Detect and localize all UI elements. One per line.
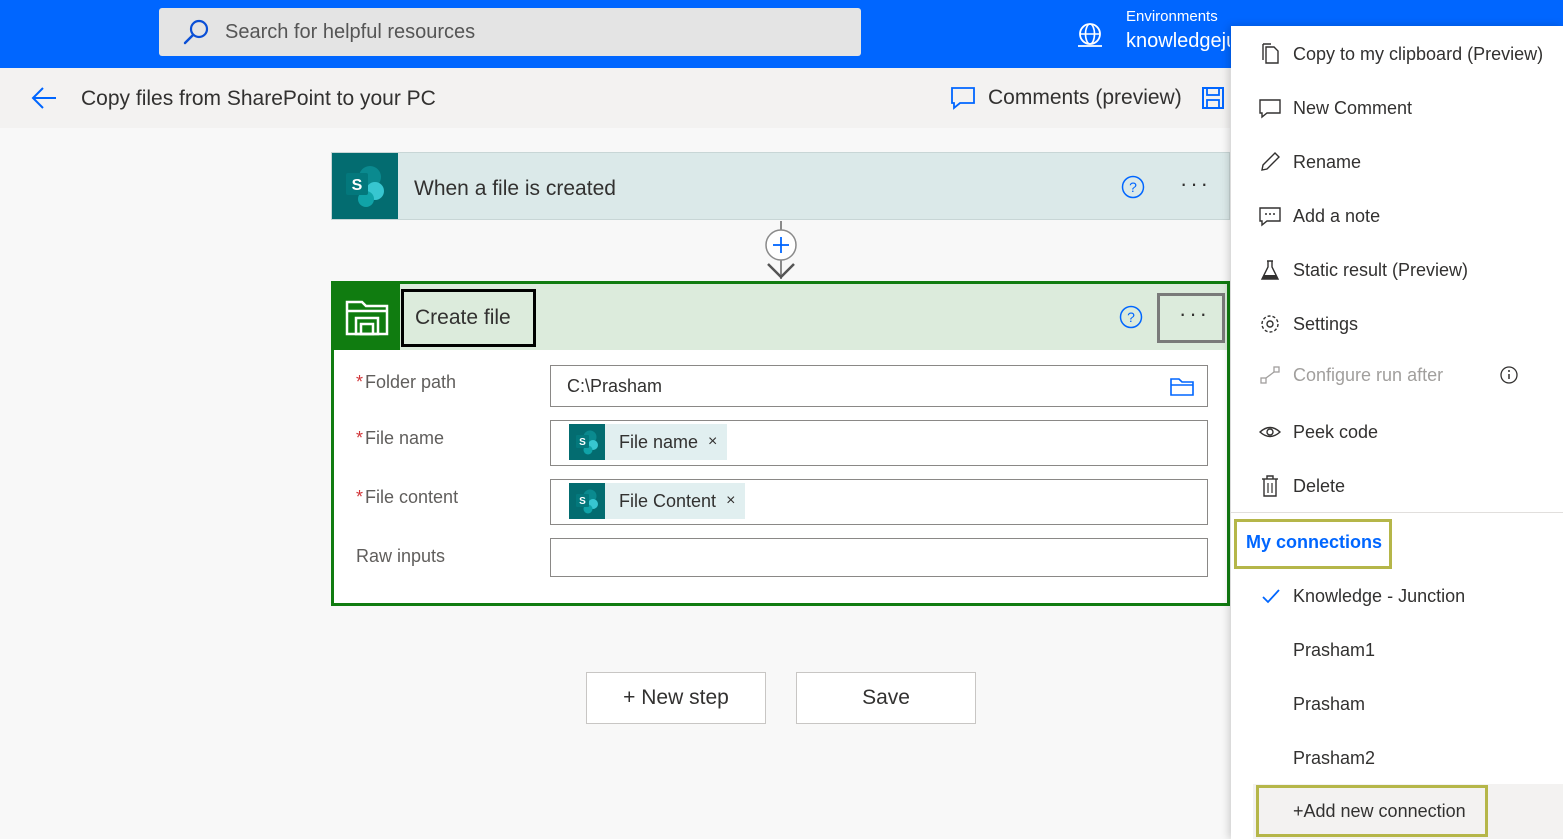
context-menu: Copy to my clipboard (Preview) New Comme… bbox=[1231, 26, 1563, 839]
run-after-icon bbox=[1260, 366, 1280, 384]
create-file-header: Create file ? ··· bbox=[334, 284, 1227, 350]
comments-label: Comments (preview) bbox=[988, 86, 1182, 109]
menu-item-copy-clipboard[interactable]: Copy to my clipboard (Preview) bbox=[1231, 34, 1563, 74]
menu-item-static-result[interactable]: Static result (Preview) bbox=[1231, 250, 1563, 290]
flask-icon bbox=[1260, 260, 1280, 280]
menu-item-add-note[interactable]: Add a note bbox=[1231, 196, 1563, 236]
menu-item-rename[interactable]: Rename bbox=[1231, 142, 1563, 182]
raw-inputs-label: Raw inputs bbox=[356, 546, 446, 566]
connection-item[interactable]: Prasham bbox=[1231, 684, 1563, 724]
flow-title: Copy files from SharePoint to your PC bbox=[81, 87, 436, 110]
token-label: File Content bbox=[619, 490, 717, 511]
folder-path-label: * Folder path bbox=[356, 372, 457, 392]
file-system-icon bbox=[334, 284, 400, 350]
sharepoint-icon: S bbox=[569, 424, 605, 460]
environment-name[interactable]: knowledgejunction bbox=[1126, 30, 1230, 53]
more-options-button[interactable]: ··· bbox=[1179, 301, 1210, 327]
dynamic-content-token[interactable]: S File name × bbox=[569, 424, 728, 460]
svg-text:S: S bbox=[579, 437, 586, 448]
file-content-label: * File content bbox=[356, 487, 459, 507]
new-step-button[interactable]: + New step bbox=[586, 672, 766, 724]
comment-icon bbox=[1259, 99, 1281, 119]
menu-item-delete[interactable]: Delete bbox=[1231, 466, 1563, 506]
menu-item-new-comment[interactable]: New Comment bbox=[1231, 88, 1563, 128]
trash-icon bbox=[1262, 475, 1278, 497]
create-file-card[interactable]: Create file ? ··· * Folder path C:\Prasha… bbox=[331, 281, 1230, 606]
svg-text:S: S bbox=[352, 177, 363, 194]
remove-token-icon[interactable]: × bbox=[708, 433, 717, 451]
environments-label: Environments bbox=[1126, 8, 1218, 25]
insert-step-icon[interactable] bbox=[764, 228, 798, 262]
back-arrow-icon[interactable] bbox=[30, 84, 58, 112]
file-name-label: * File name bbox=[356, 428, 445, 448]
connection-item[interactable]: Knowledge - Junction bbox=[1231, 576, 1563, 616]
raw-inputs-input[interactable] bbox=[550, 538, 1208, 577]
svg-text:?: ? bbox=[1127, 309, 1135, 325]
search-placeholder: Search for helpful resources bbox=[225, 20, 476, 43]
copy-icon bbox=[1262, 43, 1279, 64]
svg-text:S: S bbox=[579, 496, 586, 507]
token-label: File name bbox=[619, 431, 699, 452]
trigger-card[interactable]: S When a file is created ? ··· bbox=[331, 152, 1230, 220]
svg-text:?: ? bbox=[1129, 179, 1137, 195]
help-icon[interactable]: ? bbox=[1119, 305, 1143, 329]
my-connections-heading: My connections bbox=[1246, 532, 1383, 552]
pencil-icon bbox=[1261, 152, 1280, 171]
remove-token-icon[interactable]: × bbox=[726, 492, 735, 510]
folder-icon[interactable] bbox=[1169, 375, 1195, 397]
help-icon[interactable]: ? bbox=[1121, 175, 1145, 199]
search-icon bbox=[183, 19, 209, 45]
menu-item-configure-run-after[interactable]: Configure run after bbox=[1231, 355, 1563, 395]
more-options-button[interactable]: ··· bbox=[1180, 171, 1211, 197]
menu-divider bbox=[1231, 512, 1563, 513]
folder-path-input[interactable]: C:\Prasham bbox=[550, 365, 1208, 407]
sharepoint-icon: S bbox=[332, 153, 398, 219]
globe-icon[interactable] bbox=[1076, 22, 1104, 48]
action-title[interactable]: Create file bbox=[415, 306, 511, 330]
note-icon bbox=[1259, 207, 1281, 227]
file-name-input[interactable]: S File name × bbox=[550, 420, 1208, 466]
search-box[interactable]: Search for helpful resources bbox=[159, 8, 861, 56]
folder-path-value: C:\Prasham bbox=[567, 376, 663, 396]
trigger-title: When a file is created bbox=[414, 177, 616, 200]
save-icon[interactable] bbox=[1201, 86, 1225, 110]
comments-button[interactable]: Comments (preview) bbox=[950, 86, 1182, 110]
arrow-down-icon bbox=[767, 263, 795, 279]
connection-item[interactable]: Prasham1 bbox=[1231, 630, 1563, 670]
add-new-connection-button[interactable]: +Add new connection bbox=[1293, 801, 1466, 822]
dynamic-content-token[interactable]: S File Content × bbox=[569, 483, 746, 519]
file-content-input[interactable]: S File Content × bbox=[550, 479, 1208, 525]
eye-icon bbox=[1259, 426, 1281, 438]
connection-item[interactable]: Prasham2 bbox=[1231, 738, 1563, 778]
save-button[interactable]: Save bbox=[796, 672, 976, 724]
menu-item-settings[interactable]: Settings bbox=[1231, 304, 1563, 344]
gear-icon bbox=[1261, 315, 1279, 333]
info-icon[interactable] bbox=[1499, 365, 1519, 385]
comment-icon bbox=[951, 87, 975, 110]
menu-item-peek-code[interactable]: Peek code bbox=[1231, 412, 1563, 452]
sharepoint-icon: S bbox=[569, 483, 605, 519]
